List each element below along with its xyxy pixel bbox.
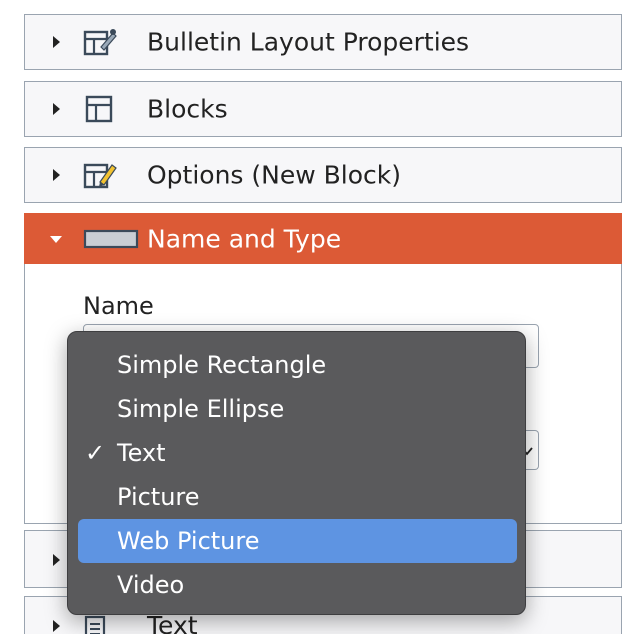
- menu-item-label: Simple Rectangle: [117, 351, 327, 379]
- name-field-label: Name: [83, 292, 154, 320]
- document-icon: [83, 615, 109, 634]
- menu-item-video[interactable]: Video: [78, 563, 517, 607]
- panel-options-new-block[interactable]: Options (New Block): [24, 147, 622, 203]
- panel-title: Bulletin Layout Properties: [147, 27, 470, 57]
- panel-title: Blocks: [147, 94, 228, 124]
- menu-item-text[interactable]: ✓ Text: [78, 431, 517, 475]
- disclosure-arrow-right-icon[interactable]: [53, 103, 60, 115]
- panel-name-and-type[interactable]: Name and Type: [24, 213, 622, 265]
- layout-properties-icon: [83, 27, 117, 57]
- panel-bulletin-layout-properties[interactable]: Bulletin Layout Properties: [24, 14, 622, 70]
- disclosure-arrow-down-icon[interactable]: [50, 236, 62, 243]
- checkmark-icon: ✓: [85, 439, 106, 467]
- blocks-layout-icon: [83, 94, 117, 124]
- menu-item-simple-rectangle[interactable]: Simple Rectangle: [78, 343, 517, 387]
- rectangle-icon: [83, 224, 139, 254]
- menu-item-label: Text: [117, 439, 166, 467]
- disclosure-arrow-right-icon[interactable]: [53, 169, 60, 181]
- disclosure-arrow-right-icon[interactable]: [53, 554, 60, 566]
- menu-item-label: Web Picture: [117, 527, 260, 555]
- menu-item-web-picture[interactable]: Web Picture: [78, 519, 517, 563]
- panel-blocks[interactable]: Blocks: [24, 81, 622, 137]
- menu-item-label: Simple Ellipse: [117, 395, 285, 423]
- menu-item-label: Video: [117, 571, 185, 599]
- disclosure-arrow-right-icon[interactable]: [53, 620, 60, 632]
- block-options-edit-icon: [83, 160, 117, 190]
- type-dropdown-menu: Simple Rectangle Simple Ellipse ✓ Text P…: [67, 331, 526, 615]
- inspector-panel: Bulletin Layout Properties Blocks Option…: [0, 0, 640, 634]
- menu-item-simple-ellipse[interactable]: Simple Ellipse: [78, 387, 517, 431]
- panel-title: Options (New Block): [147, 160, 402, 190]
- disclosure-arrow-right-icon[interactable]: [53, 36, 60, 48]
- panel-title: Name and Type: [147, 224, 342, 254]
- menu-item-label: Picture: [117, 483, 200, 511]
- menu-item-picture[interactable]: Picture: [78, 475, 517, 519]
